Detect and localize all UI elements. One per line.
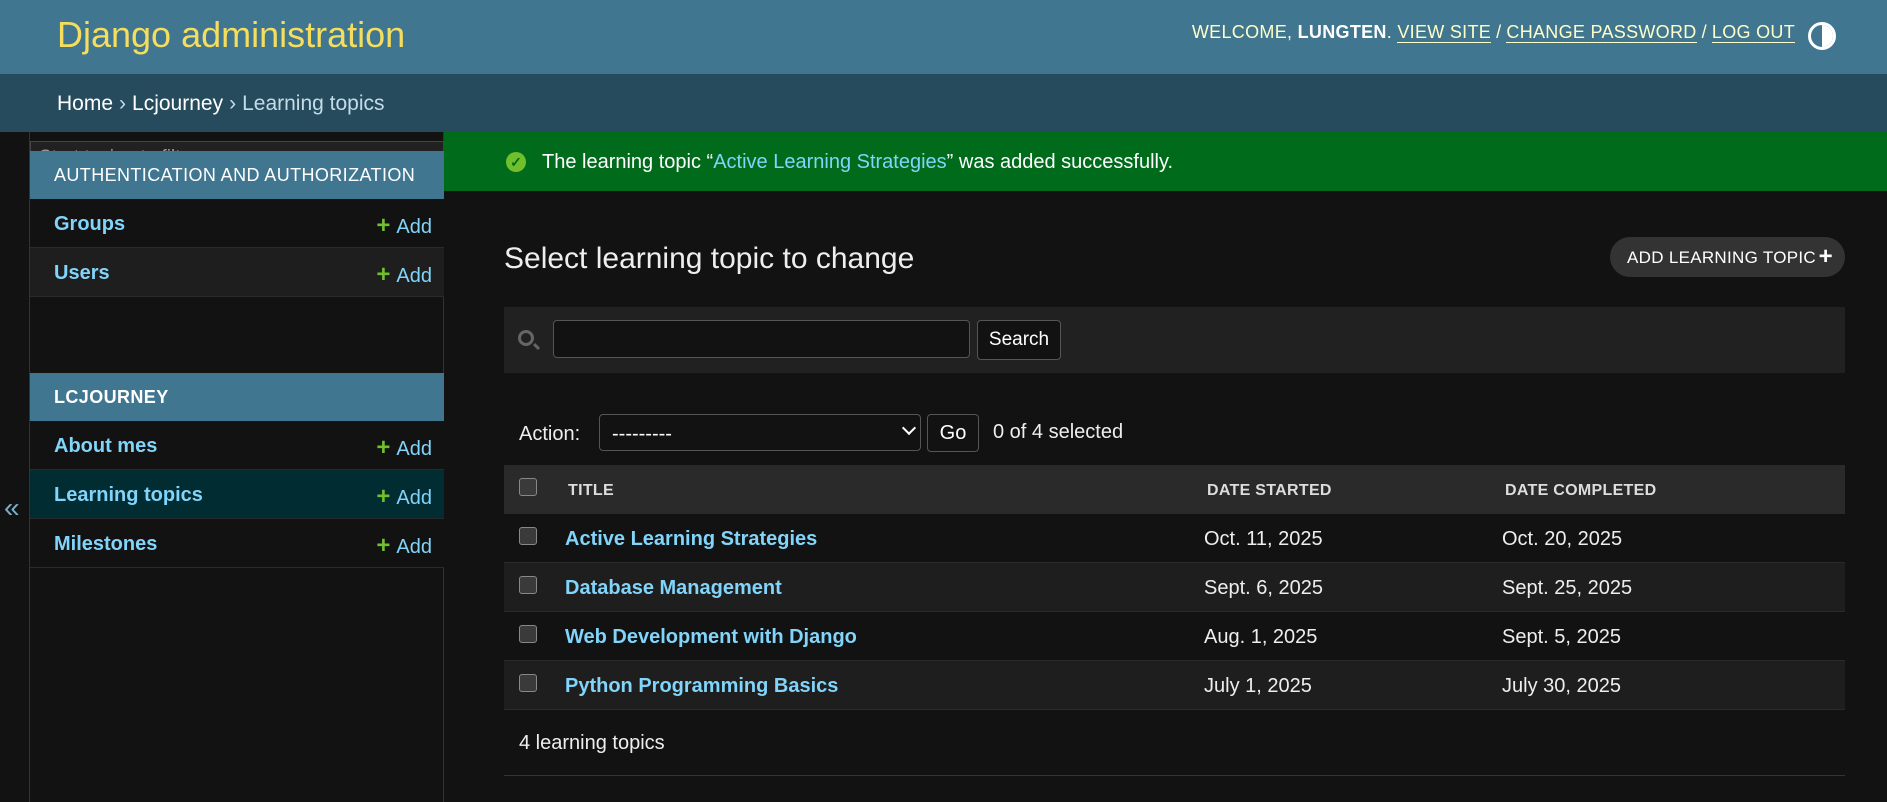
- double-chevron-left-icon: «: [4, 492, 20, 523]
- nav-sidebar: AUTHENTICATION AND AUTHORIZATION Groups …: [30, 132, 444, 802]
- row-date-completed: July 30, 2025: [1502, 675, 1621, 697]
- row-title-link[interactable]: Database Management: [565, 577, 782, 600]
- add-groups-link[interactable]: + Add: [376, 212, 432, 240]
- view-site-link[interactable]: VIEW SITE: [1397, 22, 1492, 43]
- plus-icon: +: [376, 261, 391, 288]
- plus-icon: +: [1818, 243, 1833, 270]
- action-select[interactable]: ---------: [599, 414, 921, 451]
- add-milestones-link[interactable]: + Add: [376, 532, 432, 560]
- sidebar-item-groups[interactable]: Groups + Add: [30, 199, 444, 248]
- sidebar-item-label[interactable]: Groups: [54, 213, 125, 236]
- row-date-started: Oct. 11, 2025: [1204, 528, 1323, 550]
- theme-toggle-icon[interactable]: [1808, 22, 1836, 50]
- row-date-completed: Sept. 5, 2025: [1502, 626, 1621, 648]
- column-header-title[interactable]: TITLE: [568, 482, 614, 500]
- table-header: TITLE DATE STARTED DATE COMPLETED: [504, 465, 1845, 514]
- selected-count: 0 of 4 selected: [993, 421, 1124, 443]
- row-title-link[interactable]: Active Learning Strategies: [565, 528, 817, 551]
- actions-bar: Action: --------- Go 0 of 4 selected: [504, 412, 1845, 452]
- row-title-link[interactable]: Python Programming Basics: [565, 675, 838, 698]
- site-name[interactable]: Django administration: [57, 14, 405, 56]
- breadcrumb-current: Learning topics: [242, 92, 385, 115]
- header: Django administration WELCOME, LUNGTEN. …: [0, 0, 1887, 74]
- plus-icon: +: [376, 434, 391, 461]
- column-header-date-completed[interactable]: DATE COMPLETED: [1505, 482, 1656, 500]
- check-circle-icon: ✓: [506, 152, 526, 172]
- add-learning-topics-link[interactable]: + Add: [376, 483, 432, 511]
- row-checkbox[interactable]: [519, 576, 537, 594]
- module-caption-auth[interactable]: AUTHENTICATION AND AUTHORIZATION: [30, 151, 444, 199]
- result-count: 4 learning topics: [519, 732, 665, 754]
- sidebar-item-label[interactable]: Learning topics: [54, 484, 203, 507]
- sidebar-item-label[interactable]: About mes: [54, 435, 157, 458]
- row-date-completed: Oct. 20, 2025: [1502, 528, 1623, 550]
- table-row: Web Development with Django Aug. 1, 2025…: [504, 612, 1845, 661]
- module-caption-lcjourney[interactable]: LCJOURNEY: [30, 373, 444, 421]
- sidebar-item-about-mes[interactable]: About mes + Add: [30, 421, 444, 470]
- sidebar-item-learning-topics[interactable]: Learning topics + Add: [30, 470, 444, 519]
- breadcrumb-lcjourney[interactable]: Lcjourney: [132, 92, 223, 115]
- search-toolbar: Search: [504, 307, 1845, 373]
- action-label: Action:: [519, 423, 581, 445]
- plus-icon: +: [376, 532, 391, 559]
- chevron-down-icon: [901, 420, 917, 436]
- search-input[interactable]: [553, 320, 970, 358]
- change-password-link[interactable]: CHANGE PASSWORD: [1506, 22, 1697, 43]
- sidebar-item-label[interactable]: Milestones: [54, 533, 157, 556]
- add-learning-topic-button[interactable]: ADD LEARNING TOPIC +: [1610, 237, 1845, 277]
- search-icon: [518, 330, 534, 346]
- go-button[interactable]: Go: [927, 414, 979, 452]
- page-title: Select learning topic to change: [504, 242, 915, 275]
- toggle-sidebar-button[interactable]: «: [0, 132, 30, 802]
- table-row: Database Management Sept. 6, 2025 Sept. …: [504, 563, 1845, 612]
- sidebar-item-label[interactable]: Users: [54, 262, 110, 285]
- select-all-checkbox[interactable]: [519, 478, 537, 496]
- breadcrumb: Home › Lcjourney › Learning topics: [0, 74, 1887, 132]
- plus-icon: +: [376, 483, 391, 510]
- row-title-link[interactable]: Web Development with Django: [565, 626, 857, 649]
- search-button[interactable]: Search: [977, 320, 1061, 360]
- user-tools: WELCOME, LUNGTEN. VIEW SITE / CHANGE PASSW…: [1191, 22, 1795, 43]
- add-users-link[interactable]: + Add: [376, 261, 432, 289]
- row-checkbox[interactable]: [519, 674, 537, 692]
- row-checkbox[interactable]: [519, 527, 537, 545]
- message-link[interactable]: Active Learning Strategies: [713, 151, 946, 173]
- table-row: Python Programming Basics July 1, 2025 J…: [504, 661, 1845, 710]
- add-about-mes-link[interactable]: + Add: [376, 434, 432, 462]
- row-date-started: Sept. 6, 2025: [1204, 577, 1323, 599]
- row-checkbox[interactable]: [519, 625, 537, 643]
- success-message: ✓ The learning topic “Active Learning St…: [444, 132, 1887, 191]
- table-row: Active Learning Strategies Oct. 11, 2025…: [504, 514, 1845, 563]
- row-date-completed: Sept. 25, 2025: [1502, 577, 1633, 599]
- sidebar-item-users[interactable]: Users + Add: [30, 248, 444, 297]
- username: LUNGTEN: [1297, 22, 1387, 42]
- message-text: The learning topic “Active Learning Stra…: [542, 151, 1174, 173]
- welcome-text: WELCOME,: [1191, 22, 1293, 42]
- column-header-date-started[interactable]: DATE STARTED: [1207, 482, 1332, 500]
- row-date-started: Aug. 1, 2025: [1204, 626, 1318, 648]
- row-date-started: July 1, 2025: [1204, 675, 1312, 697]
- breadcrumb-home[interactable]: Home: [57, 92, 113, 115]
- log-out-link[interactable]: LOG OUT: [1711, 22, 1795, 43]
- sidebar-item-milestones[interactable]: Milestones + Add: [30, 519, 444, 568]
- plus-icon: +: [376, 212, 391, 239]
- paginator: 4 learning topics: [504, 714, 1845, 776]
